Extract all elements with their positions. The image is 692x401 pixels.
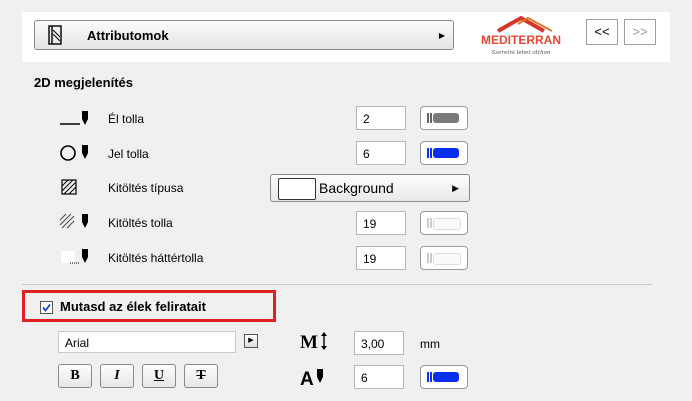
pen-indicator-icon [427,253,429,263]
show-edge-labels-label: Mutasd az élek feliratait [60,299,206,314]
fill-pen-icon [59,213,88,229]
fill-pen-swatch [433,218,461,230]
fill-type-icon [61,179,77,195]
fill-background-pen-color-button[interactable] [420,246,468,270]
logo-tagline: Szeretni lehet otthon [492,50,551,56]
text-size-icon: M [300,332,327,352]
pen-indicator-icon [427,372,429,382]
fill-background-pen-input[interactable]: 19 [356,246,406,270]
attributes-icon [48,25,62,45]
fill-type-dropdown[interactable]: Background ▶ [270,174,470,202]
edge-pen-label: Él tolla [108,112,145,126]
fill-type-value: Background [319,180,394,196]
fill-background-pen-icon [61,249,88,264]
edge-pen-swatch [433,113,459,123]
pen-indicator-icon [430,113,432,123]
fill-pen-input[interactable]: 19 [356,211,406,235]
fill-pen-label: Kitöltés tolla [108,216,173,230]
italic-button[interactable]: I [100,364,134,388]
fill-swatch [278,178,316,200]
text-size-unit: mm [420,337,440,351]
marker-pen-icon [60,145,88,161]
marker-pen-input[interactable]: 6 [356,141,406,165]
previous-button[interactable]: << [586,19,618,45]
pen-indicator-icon [430,148,432,158]
svg-text:M: M [300,332,318,352]
underline-button[interactable]: U [142,364,176,388]
edge-pen-color-button[interactable] [420,106,468,130]
dropdown-arrow-icon: ▶ [438,31,445,40]
text-pen-input[interactable]: 6 [354,365,404,389]
fill-background-pen-swatch [433,253,461,265]
section-title: 2D megjelenítés [34,75,133,90]
marker-pen-color-button[interactable] [420,141,468,165]
mediterran-logo: MEDITERRAN Szeretni lehet otthon [462,14,580,58]
bold-button[interactable]: B [58,364,92,388]
text-pen-icon: A [300,369,323,389]
font-name-field[interactable]: Arial [58,331,236,353]
edge-pen-icon [60,111,88,125]
pen-indicator-icon [430,372,432,382]
pen-indicator-icon [427,148,429,158]
pen-indicator-icon [427,218,429,228]
section-divider [22,284,652,285]
pen-indicator-icon [430,253,432,263]
fill-background-pen-label: Kitöltés háttértolla [108,251,204,265]
pen-indicator-icon [430,218,432,228]
next-button[interactable]: >> [624,19,656,45]
pen-indicator-icon [427,113,429,123]
text-pen-swatch [433,372,459,382]
text-size-input[interactable]: 3,00 [354,331,404,355]
fill-type-label: Kitöltés típusa [108,181,184,195]
strikethrough-button[interactable]: T [184,364,218,388]
svg-text:A: A [300,369,314,389]
font-dropdown-icon[interactable]: ▶ [244,334,258,348]
edge-pen-input[interactable]: 2 [356,106,406,130]
checkmark-icon [42,303,51,312]
fill-pen-color-button[interactable] [420,211,468,235]
logo-roof-icon: MEDITERRAN Szeretni lehet otthon [481,15,561,56]
attributes-label: Attributomok [87,28,169,43]
logo-text: MEDITERRAN [481,33,561,47]
show-edge-labels-checkbox[interactable] [40,301,53,314]
dropdown-arrow-icon: ▶ [452,183,459,193]
attributes-dropdown[interactable]: Attributomok ▶ [34,20,454,50]
text-pen-color-button[interactable] [420,365,468,389]
marker-pen-label: Jel tolla [108,147,149,161]
marker-pen-swatch [433,148,459,158]
